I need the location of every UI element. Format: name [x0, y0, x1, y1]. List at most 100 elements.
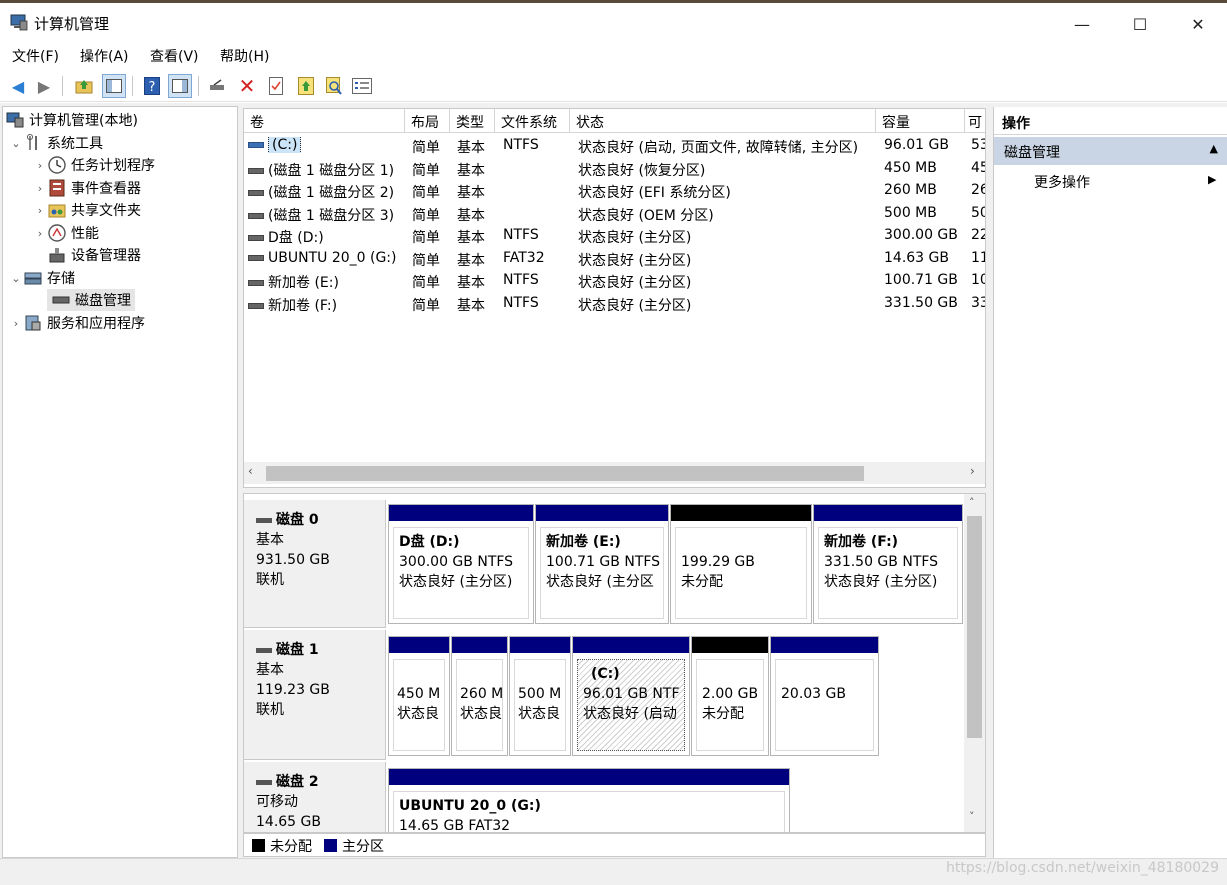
column-header-capacity[interactable]: 容量	[876, 109, 965, 133]
export-icon[interactable]	[294, 74, 318, 98]
maximize-button[interactable]: ☐	[1111, 6, 1169, 42]
volume-icon	[248, 280, 264, 286]
table-row[interactable]: (磁盘 1 磁盘分区 3) 简单 基本 状态良好 (OEM 分区) 500 MB…	[244, 203, 985, 226]
delete-icon[interactable]: ✕	[235, 74, 259, 98]
tree-item-disk-management[interactable]: 磁盘管理	[33, 289, 135, 312]
tree-item-event-viewer[interactable]: › 事件查看器	[33, 177, 141, 200]
partition-unallocated[interactable]: 199.29 GB 未分配	[670, 504, 812, 624]
computer-icon	[5, 111, 25, 129]
disk-1-label[interactable]: 磁盘 1 基本 119.23 GB 联机	[244, 630, 386, 760]
forward-arrow-icon[interactable]: ▶	[32, 74, 56, 98]
actions-header: 操作	[994, 107, 1227, 135]
menu-file[interactable]: 文件(F)	[12, 46, 59, 66]
partition-20gb[interactable]: 20.03 GB	[770, 636, 879, 756]
partition-g[interactable]: UBUNTU 20_0 (G:) 14.65 GB FAT32	[388, 768, 790, 832]
scroll-left-icon[interactable]: ‹	[248, 464, 253, 478]
tree-item-performance[interactable]: › 性能	[33, 222, 99, 245]
volume-name: (C:)	[268, 137, 302, 153]
table-row[interactable]: 新加卷 (E:) 简单 基本 NTFS 状态良好 (主分区) 100.71 GB…	[244, 270, 985, 293]
table-row[interactable]: 新加卷 (F:) 简单 基本 NTFS 状态良好 (主分区) 331.50 GB…	[244, 293, 985, 316]
partition-recovery[interactable]: 450 M 状态良	[388, 636, 450, 756]
show-tree-icon[interactable]	[102, 74, 126, 98]
up-folder-icon[interactable]	[72, 74, 96, 98]
table-row[interactable]: (C:) 简单 基本 NTFS 状态良好 (启动, 页面文件, 故障转储, 主分…	[244, 135, 985, 158]
column-header-status[interactable]: 状态	[570, 109, 876, 133]
menu-view[interactable]: 查看(V)	[150, 46, 199, 66]
back-arrow-icon[interactable]: ◀	[6, 74, 30, 98]
list-icon[interactable]	[350, 74, 374, 98]
cell-capacity: 14.63 GB	[884, 249, 949, 266]
minimize-button[interactable]: —	[1053, 6, 1111, 42]
tree-item-shared-folders[interactable]: › 共享文件夹	[33, 199, 141, 222]
tree-item-task-scheduler[interactable]: › 任务计划程序	[33, 154, 155, 177]
more-actions-link[interactable]: 更多操作	[1034, 172, 1090, 192]
table-row[interactable]: D盘 (D:) 简单 基本 NTFS 状态良好 (主分区) 300.00 GB …	[244, 225, 985, 248]
partition-d[interactable]: D盘 (D:) 300.00 GB NTFS 状态良好 (主分区)	[388, 504, 534, 624]
cell-type: 基本	[457, 252, 485, 269]
cell-layout: 简单	[412, 207, 440, 224]
chevron-right-icon[interactable]: ›	[33, 227, 47, 240]
connect-icon[interactable]	[206, 74, 230, 98]
table-row[interactable]: (磁盘 1 磁盘分区 1) 简单 基本 状态良好 (恢复分区) 450 MB 4…	[244, 158, 985, 181]
column-header-filesystem[interactable]: 文件系统	[495, 109, 570, 133]
tree-selected[interactable]: 磁盘管理	[47, 289, 135, 312]
chevron-right-icon[interactable]: ›	[33, 182, 47, 195]
search-icon[interactable]	[322, 74, 346, 98]
tree-label: 事件查看器	[71, 181, 141, 198]
menu-action[interactable]: 操作(A)	[80, 46, 129, 66]
chevron-down-icon[interactable]: ⌄	[9, 137, 23, 150]
chevron-right-icon[interactable]: ›	[33, 204, 47, 217]
tree-item-system-tools[interactable]: ⌄ 系统工具	[9, 132, 103, 155]
scroll-down-icon[interactable]: ˅	[969, 810, 975, 823]
partition-f[interactable]: 新加卷 (F:) 331.50 GB NTFS 状态良好 (主分区)	[813, 504, 963, 624]
legend: 未分配 主分区	[243, 833, 986, 857]
menu-help[interactable]: 帮助(H)	[220, 46, 269, 66]
column-header-type[interactable]: 类型	[450, 109, 495, 133]
actions-section-disk-management[interactable]: 磁盘管理 ▲	[994, 137, 1227, 165]
cell-status: 状态良好 (主分区)	[578, 230, 692, 246]
tree-item-storage[interactable]: ⌄ 存储	[9, 267, 75, 290]
chevron-down-icon[interactable]: ⌄	[9, 272, 23, 285]
partition-unallocated-1[interactable]: 2.00 GB 未分配	[691, 636, 769, 756]
column-header-layout[interactable]: 布局	[405, 109, 450, 133]
partition-c[interactable]: (C:) 96.01 GB NTF 状态良好 (启动	[572, 636, 690, 756]
toolbar-separator	[132, 76, 133, 96]
cell-type: 基本	[457, 297, 485, 314]
scroll-right-icon[interactable]: ›	[970, 464, 975, 478]
tree-item-device-manager[interactable]: 设备管理器	[33, 244, 141, 267]
partition-oem[interactable]: 500 M 状态良	[509, 636, 571, 756]
cell-layout: 简单	[412, 275, 440, 291]
help-icon[interactable]: ?	[140, 74, 164, 98]
properties-icon[interactable]	[264, 74, 288, 98]
vertical-scrollbar[interactable]: ˄ ˅	[964, 494, 985, 832]
volume-name: (磁盘 1 磁盘分区 3)	[268, 207, 395, 224]
cell-capacity: 260 MB	[884, 182, 937, 198]
cell-capacity: 450 MB	[884, 159, 937, 176]
volume-list-header: 卷 布局 类型 文件系统 状态 容量 可	[244, 109, 985, 133]
device-manager-icon	[47, 246, 67, 264]
volume-name: (磁盘 1 磁盘分区 2)	[268, 185, 395, 201]
column-header-volume[interactable]: 卷	[244, 109, 405, 133]
disk-icon	[256, 647, 272, 653]
table-row[interactable]: (磁盘 1 磁盘分区 2) 简单 基本 状态良好 (EFI 系统分区) 260 …	[244, 180, 985, 203]
toolbar: ◀ ▶ ? ✕	[0, 70, 1227, 102]
show-action-pane-icon[interactable]	[168, 74, 192, 98]
disk-0-label[interactable]: 磁盘 0 基本 931.50 GB 联机	[244, 500, 386, 628]
toolbar-separator	[198, 76, 199, 96]
scrollbar-thumb[interactable]	[967, 516, 982, 738]
disk-2-label[interactable]: 磁盘 2 可移动 14.65 GB	[244, 762, 386, 832]
scroll-up-icon[interactable]: ˄	[969, 496, 975, 509]
volume-name: D盘 (D:)	[268, 230, 324, 246]
horizontal-scrollbar[interactable]: ‹ ›	[244, 462, 985, 484]
tree-root[interactable]: 计算机管理(本地)	[5, 109, 138, 132]
chevron-right-icon[interactable]: ›	[33, 159, 47, 172]
tree-item-services[interactable]: › 服务和应用程序	[9, 312, 145, 335]
partition-e[interactable]: 新加卷 (E:) 100.71 GB NTFS 状态良好 (主分区	[535, 504, 669, 624]
close-button[interactable]: ✕	[1169, 6, 1227, 42]
table-row[interactable]: UBUNTU 20_0 (G:) 简单 基本 FAT32 状态良好 (主分区) …	[244, 248, 985, 271]
collapse-up-icon[interactable]: ▲	[1210, 142, 1218, 155]
scrollbar-thumb[interactable]	[266, 466, 864, 481]
chevron-right-icon[interactable]: ›	[9, 317, 23, 330]
column-header-free[interactable]: 可	[965, 109, 985, 133]
partition-efi[interactable]: 260 M 状态良	[451, 636, 508, 756]
